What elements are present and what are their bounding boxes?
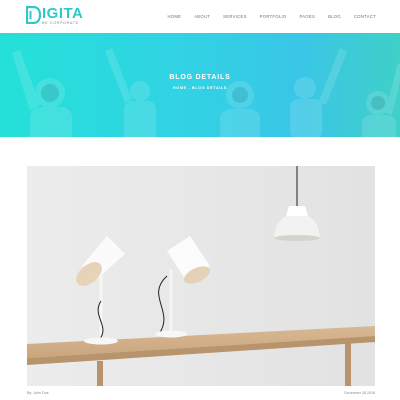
nav-blog[interactable]: BLOG (328, 14, 341, 19)
logo-d-icon (26, 6, 41, 24)
logo-tagline: BE CORPORATE (42, 21, 79, 25)
nav-contact[interactable]: CONTACT (354, 14, 376, 19)
nav-about[interactable]: ABOUT (194, 14, 210, 19)
nav-services[interactable]: SERVICES (223, 14, 247, 19)
nav-home[interactable]: HOME (167, 14, 181, 19)
logo-wordmark: IGITA (42, 5, 84, 22)
post-date: December 28 2016 (344, 391, 375, 395)
logo-text: IGITA BE CORPORATE (42, 6, 83, 26)
site-header: IGITA BE CORPORATE HOME ABOUT SERVICES P… (0, 0, 400, 33)
blog-featured-image (27, 166, 375, 386)
lamps-illustration (27, 166, 375, 386)
logo[interactable]: IGITA BE CORPORATE (26, 6, 83, 28)
page-hero: BLOG DETAILS HOME - BLOG DETAILS (0, 33, 400, 137)
breadcrumb[interactable]: HOME - BLOG DETAILS (0, 86, 400, 90)
page-title: BLOG DETAILS (169, 74, 231, 81)
post-author[interactable]: By: John Doe (27, 391, 49, 395)
nav-portfolio[interactable]: PORTFOLIO (260, 14, 287, 19)
main-nav: HOME ABOUT SERVICES PORTFOLIO PAGES BLOG… (167, 14, 376, 19)
hero-background-people-image (12, 48, 400, 137)
nav-pages[interactable]: PAGES (300, 14, 316, 19)
